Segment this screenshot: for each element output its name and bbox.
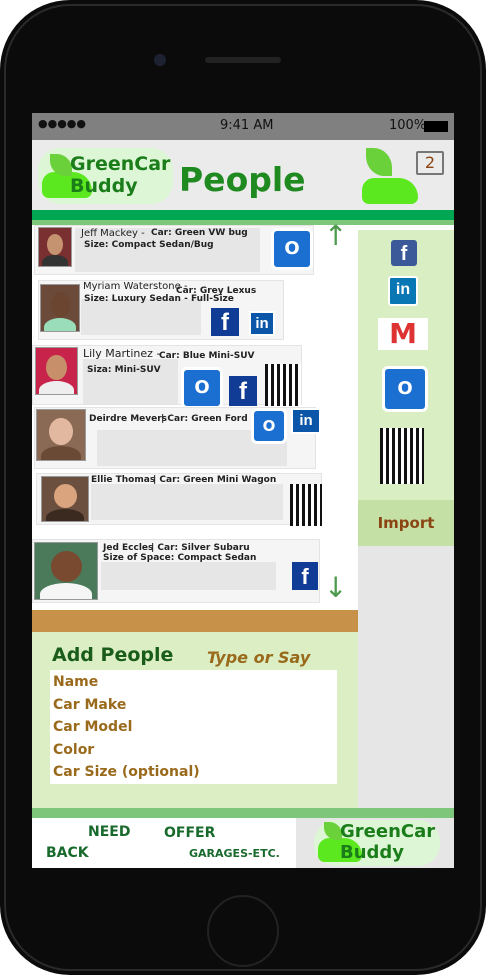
outlook-icon[interactable]: O xyxy=(382,366,428,412)
logo-text-line2: Buddy xyxy=(70,175,138,197)
type-or-say-hint[interactable]: Type or Say xyxy=(207,648,310,667)
person-car-size: Siza: Mini-SUV xyxy=(87,365,161,375)
offer-button[interactable]: OFFER xyxy=(164,825,215,841)
outlook-icon[interactable]: O xyxy=(251,408,287,444)
battery-icon xyxy=(424,121,448,132)
facebook-icon[interactable]: f xyxy=(229,376,257,406)
person-car-size: Size: Compact Sedan/Bug xyxy=(84,240,214,250)
row-background xyxy=(91,484,283,520)
building-icon[interactable] xyxy=(290,484,322,526)
screen: ●●●●● 9:41 AM 100% GreenCar Buddy People… xyxy=(32,113,454,868)
car-logo-icon xyxy=(362,178,418,204)
avatar xyxy=(40,284,80,332)
person-car-size: Size: Luxury Sedan - Full-Size xyxy=(84,294,234,304)
scroll-up-arrow-icon[interactable]: ↑ xyxy=(324,219,347,252)
avatar xyxy=(41,476,89,522)
person-name: Deirdre Mevers xyxy=(89,414,168,424)
footer-divider xyxy=(32,808,454,818)
linkedin-icon[interactable]: in xyxy=(388,276,418,306)
header-divider xyxy=(32,210,454,220)
logo-text-line1: GreenCar xyxy=(340,821,436,842)
home-button[interactable] xyxy=(207,895,279,967)
outlook-icon[interactable]: O xyxy=(181,367,223,409)
section-divider xyxy=(32,610,358,632)
chat-notification-icon[interactable]: 2 xyxy=(416,151,444,175)
car-size-field[interactable]: Car Size (optional) xyxy=(53,764,200,780)
import-sources-panel: f in M O xyxy=(358,230,454,500)
app-logo[interactable]: GreenCar Buddy xyxy=(38,148,173,204)
notification-count: 2 xyxy=(424,153,436,172)
person-car: Car: Green VW bug xyxy=(151,228,248,238)
avatar xyxy=(36,409,86,461)
add-person-input[interactable]: Name Car Make Car Model Color Car Size (… xyxy=(50,670,337,784)
list-item[interactable]: Jed Eccles | Car: Silver Subaru Size of … xyxy=(32,539,320,603)
person-name: Jeff Mackey - xyxy=(81,228,145,239)
avatar xyxy=(38,227,72,267)
row-background xyxy=(81,299,201,335)
list-item[interactable]: Deirdre Mevers | Car: Green Ford SUV O i… xyxy=(34,407,321,469)
person-name: Ellie Thomas xyxy=(91,475,156,485)
add-people-form: Add People Type or Say Name Car Make Car… xyxy=(32,632,358,808)
signal-icon: ●●●●● xyxy=(38,117,86,130)
list-item[interactable]: Myriam Waterstone - Car: Grey Lexus Size… xyxy=(38,280,284,340)
gmail-icon[interactable]: M xyxy=(378,318,428,350)
header: GreenCar Buddy People 2 xyxy=(32,140,454,210)
footer-logo-area: GreenCar Buddy xyxy=(296,818,454,868)
building-icon[interactable] xyxy=(265,364,301,406)
list-item[interactable]: Ellie Thomas | Car: Green Mini Wagon xyxy=(36,473,322,526)
avatar xyxy=(34,542,98,600)
side-filler xyxy=(358,546,454,818)
facebook-icon[interactable]: f xyxy=(391,240,417,266)
battery-percent: 100% xyxy=(389,118,427,133)
person-car-size: Size of Space: Compact Sedan xyxy=(103,553,257,563)
need-button[interactable]: NEED xyxy=(88,824,130,840)
person-name: Jed Eccles xyxy=(103,543,154,553)
clock: 9:41 AM xyxy=(220,118,274,133)
list-item[interactable]: Lily Martinez - Car: Blue Mini-SUV Siza:… xyxy=(32,345,302,409)
speaker xyxy=(205,57,281,63)
avatar xyxy=(35,347,78,395)
color-field[interactable]: Color xyxy=(53,742,94,758)
person-car: Car: Blue Mini-SUV xyxy=(159,351,255,361)
people-list[interactable]: Jeff Mackey - Car: Green VW bug Size: Co… xyxy=(32,219,358,610)
footer-logo[interactable]: GreenCar Buddy xyxy=(314,820,440,866)
facebook-icon[interactable]: f xyxy=(292,562,318,590)
person-name: Lily Martinez - xyxy=(83,347,161,360)
garages-button[interactable]: GARAGES-ETC. xyxy=(189,847,280,860)
linkedin-icon[interactable]: in xyxy=(291,408,321,434)
person-name: Myriam Waterstone - xyxy=(83,281,188,292)
row-background xyxy=(101,562,276,590)
person-car: | Car: Silver Subaru xyxy=(151,543,250,553)
back-button[interactable]: BACK xyxy=(46,845,89,861)
outlook-icon[interactable]: O xyxy=(271,228,313,270)
name-field[interactable]: Name xyxy=(53,674,98,690)
add-people-title: Add People xyxy=(52,644,174,666)
scroll-down-arrow-icon[interactable]: ↓ xyxy=(324,571,347,604)
person-car: | Car: Green Mini Wagon xyxy=(153,475,277,485)
import-button[interactable]: Import xyxy=(358,500,454,546)
bottom-nav: NEED OFFER BACK GARAGES-ETC. GreenCar Bu… xyxy=(32,818,454,868)
building-icon[interactable] xyxy=(380,428,424,484)
camera xyxy=(154,54,166,66)
page-title: People xyxy=(179,160,306,199)
list-item[interactable]: Jeff Mackey - Car: Green VW bug Size: Co… xyxy=(34,225,314,275)
linkedin-icon[interactable]: in xyxy=(249,311,275,336)
status-bar: ●●●●● 9:41 AM 100% xyxy=(32,113,454,140)
logo-text-line2: Buddy xyxy=(340,842,405,863)
facebook-icon[interactable]: f xyxy=(211,308,239,336)
logo-text-line1: GreenCar xyxy=(70,153,171,175)
car-make-field[interactable]: Car Make xyxy=(53,697,126,713)
car-model-field[interactable]: Car Model xyxy=(53,719,132,735)
leaf-icon xyxy=(366,148,392,176)
